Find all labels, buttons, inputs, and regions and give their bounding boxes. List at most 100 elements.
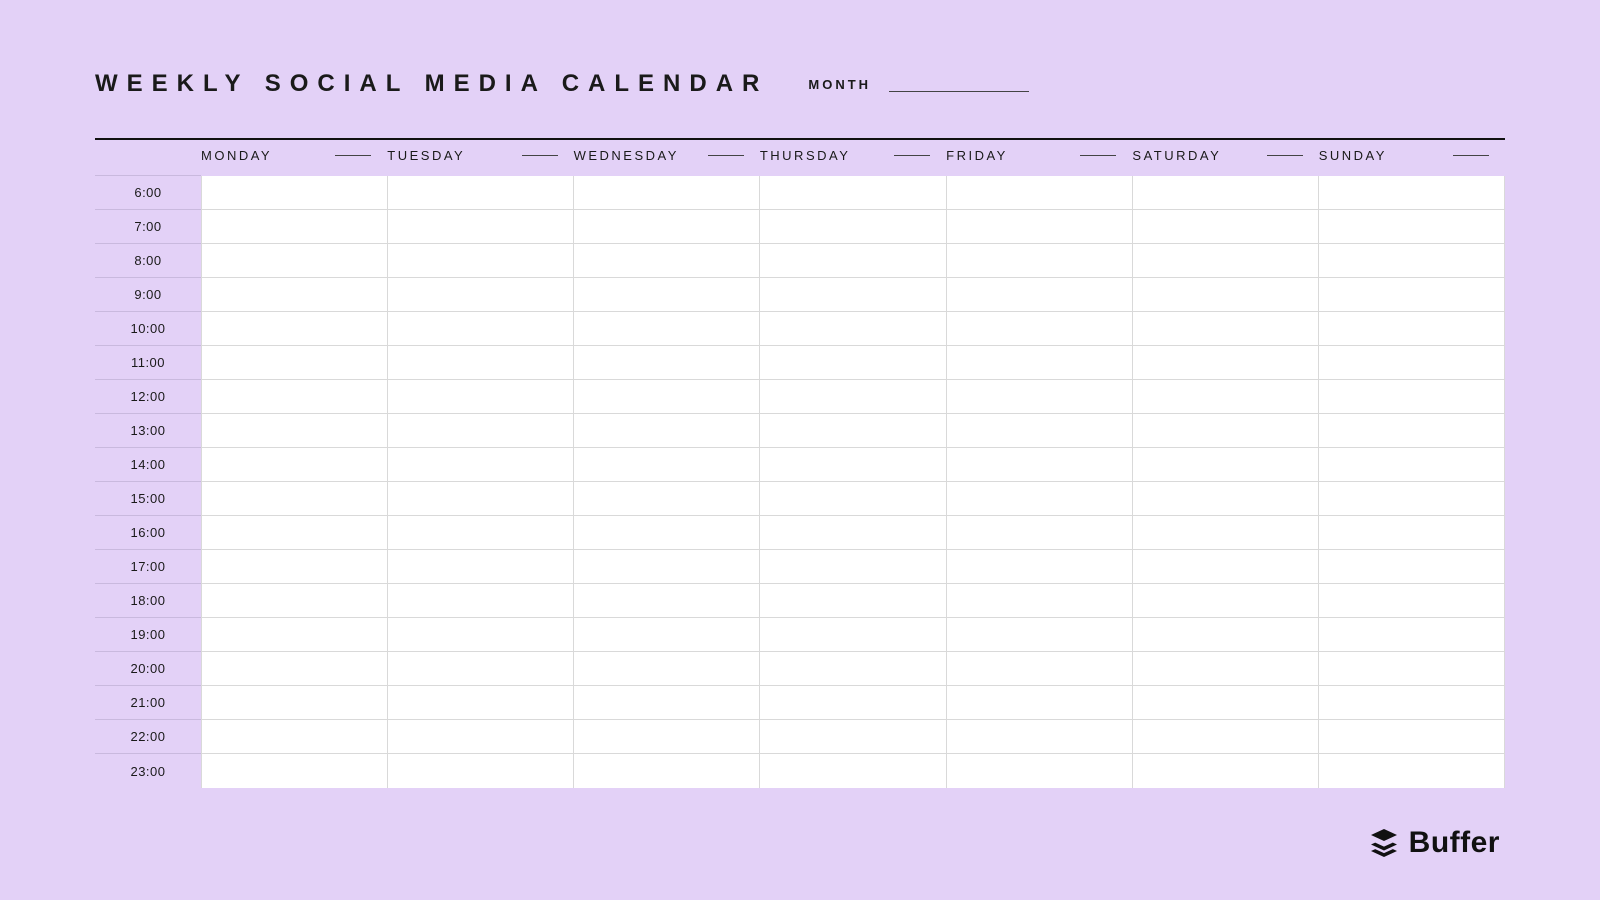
calendar-cell[interactable] xyxy=(201,720,387,754)
calendar-cell[interactable] xyxy=(573,584,759,618)
calendar-cell[interactable] xyxy=(946,720,1132,754)
calendar-cell[interactable] xyxy=(573,210,759,244)
calendar-cell[interactable] xyxy=(759,448,945,482)
calendar-cell[interactable] xyxy=(1318,346,1505,380)
calendar-cell[interactable] xyxy=(946,618,1132,652)
calendar-cell[interactable] xyxy=(387,448,573,482)
calendar-cell[interactable] xyxy=(946,176,1132,210)
calendar-cell[interactable] xyxy=(573,414,759,448)
calendar-cell[interactable] xyxy=(946,346,1132,380)
calendar-cell[interactable] xyxy=(1132,414,1318,448)
calendar-cell[interactable] xyxy=(201,346,387,380)
calendar-cell[interactable] xyxy=(387,618,573,652)
calendar-cell[interactable] xyxy=(759,346,945,380)
calendar-cell[interactable] xyxy=(1318,448,1505,482)
calendar-cell[interactable] xyxy=(573,244,759,278)
calendar-cell[interactable] xyxy=(573,754,759,788)
day-date-input[interactable] xyxy=(522,155,558,156)
calendar-cell[interactable] xyxy=(759,414,945,448)
calendar-cell[interactable] xyxy=(387,720,573,754)
calendar-cell[interactable] xyxy=(759,550,945,584)
calendar-cell[interactable] xyxy=(201,550,387,584)
calendar-cell[interactable] xyxy=(1132,448,1318,482)
calendar-cell[interactable] xyxy=(946,278,1132,312)
calendar-cell[interactable] xyxy=(1318,618,1505,652)
calendar-cell[interactable] xyxy=(1318,754,1505,788)
calendar-cell[interactable] xyxy=(1318,176,1505,210)
calendar-cell[interactable] xyxy=(387,686,573,720)
calendar-cell[interactable] xyxy=(759,380,945,414)
calendar-cell[interactable] xyxy=(201,312,387,346)
calendar-cell[interactable] xyxy=(759,652,945,686)
month-input[interactable] xyxy=(889,74,1029,92)
calendar-cell[interactable] xyxy=(1318,652,1505,686)
calendar-cell[interactable] xyxy=(1132,720,1318,754)
calendar-cell[interactable] xyxy=(946,448,1132,482)
calendar-cell[interactable] xyxy=(387,652,573,686)
day-date-input[interactable] xyxy=(1267,155,1303,156)
calendar-cell[interactable] xyxy=(387,584,573,618)
calendar-cell[interactable] xyxy=(1318,550,1505,584)
calendar-cell[interactable] xyxy=(201,516,387,550)
calendar-cell[interactable] xyxy=(1318,210,1505,244)
calendar-cell[interactable] xyxy=(1318,312,1505,346)
calendar-cell[interactable] xyxy=(573,550,759,584)
calendar-cell[interactable] xyxy=(1132,584,1318,618)
calendar-cell[interactable] xyxy=(573,278,759,312)
calendar-cell[interactable] xyxy=(387,516,573,550)
calendar-cell[interactable] xyxy=(946,244,1132,278)
calendar-cell[interactable] xyxy=(946,584,1132,618)
calendar-cell[interactable] xyxy=(1318,516,1505,550)
calendar-cell[interactable] xyxy=(759,618,945,652)
calendar-cell[interactable] xyxy=(1132,550,1318,584)
calendar-cell[interactable] xyxy=(1132,652,1318,686)
calendar-cell[interactable] xyxy=(201,584,387,618)
calendar-cell[interactable] xyxy=(573,312,759,346)
calendar-cell[interactable] xyxy=(573,482,759,516)
day-date-input[interactable] xyxy=(1080,155,1116,156)
calendar-cell[interactable] xyxy=(1318,414,1505,448)
calendar-cell[interactable] xyxy=(1132,482,1318,516)
calendar-cell[interactable] xyxy=(946,754,1132,788)
day-date-input[interactable] xyxy=(1453,155,1489,156)
calendar-cell[interactable] xyxy=(759,176,945,210)
calendar-cell[interactable] xyxy=(387,210,573,244)
calendar-cell[interactable] xyxy=(946,516,1132,550)
calendar-cell[interactable] xyxy=(573,176,759,210)
calendar-cell[interactable] xyxy=(946,482,1132,516)
calendar-cell[interactable] xyxy=(387,754,573,788)
calendar-cell[interactable] xyxy=(387,380,573,414)
calendar-cell[interactable] xyxy=(201,652,387,686)
calendar-cell[interactable] xyxy=(1132,210,1318,244)
calendar-cell[interactable] xyxy=(573,652,759,686)
calendar-cell[interactable] xyxy=(201,210,387,244)
calendar-cell[interactable] xyxy=(573,380,759,414)
calendar-cell[interactable] xyxy=(1318,584,1505,618)
calendar-cell[interactable] xyxy=(1318,278,1505,312)
calendar-cell[interactable] xyxy=(1132,380,1318,414)
calendar-cell[interactable] xyxy=(387,346,573,380)
calendar-cell[interactable] xyxy=(1132,754,1318,788)
calendar-cell[interactable] xyxy=(946,312,1132,346)
calendar-cell[interactable] xyxy=(759,244,945,278)
calendar-cell[interactable] xyxy=(1132,176,1318,210)
calendar-cell[interactable] xyxy=(573,720,759,754)
calendar-cell[interactable] xyxy=(201,754,387,788)
calendar-cell[interactable] xyxy=(946,414,1132,448)
calendar-cell[interactable] xyxy=(573,618,759,652)
calendar-cell[interactable] xyxy=(387,550,573,584)
calendar-cell[interactable] xyxy=(759,312,945,346)
calendar-cell[interactable] xyxy=(1132,244,1318,278)
calendar-cell[interactable] xyxy=(759,584,945,618)
calendar-cell[interactable] xyxy=(387,278,573,312)
calendar-cell[interactable] xyxy=(759,278,945,312)
calendar-cell[interactable] xyxy=(759,720,945,754)
calendar-cell[interactable] xyxy=(946,210,1132,244)
calendar-cell[interactable] xyxy=(201,618,387,652)
calendar-cell[interactable] xyxy=(1132,278,1318,312)
calendar-cell[interactable] xyxy=(1132,346,1318,380)
calendar-cell[interactable] xyxy=(759,482,945,516)
calendar-cell[interactable] xyxy=(573,346,759,380)
calendar-cell[interactable] xyxy=(946,652,1132,686)
calendar-cell[interactable] xyxy=(201,414,387,448)
